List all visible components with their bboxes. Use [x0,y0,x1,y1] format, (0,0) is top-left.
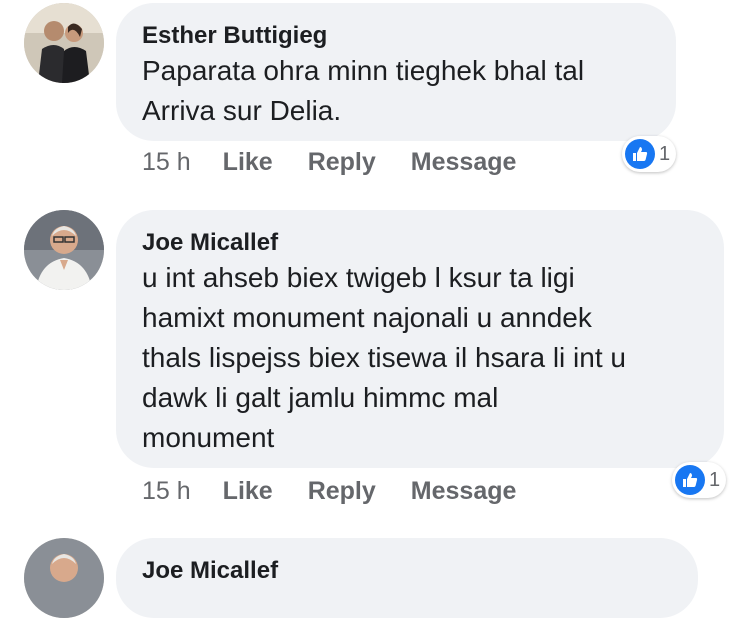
comment-author[interactable]: Joe Micallef [142,228,698,258]
comment-actions: 15 h Like Reply Message [142,148,551,177]
comment-actions: 15 h Like Reply Message [142,477,551,506]
comment-text: dawk li galt jamlu himmc mal [142,382,499,413]
message-button[interactable]: Message [411,477,517,506]
like-button[interactable]: Like [223,148,273,177]
reply-button[interactable]: Reply [308,477,376,506]
avatar[interactable] [24,210,104,290]
comment-bubble: Joe Micallef [116,538,698,618]
comment-timestamp[interactable]: 15 h [142,477,191,506]
comment-bubble: Joe Micallef u int ahseb biex twigeb l k… [116,210,724,468]
reaction-count: 1 [659,142,671,165]
comment-bubble: Esther Buttigieg Paparata ohra minn tieg… [116,3,676,141]
comment-author[interactable]: Esther Buttigieg [142,21,650,51]
reaction-badge[interactable]: 1 [622,136,677,172]
avatar[interactable] [24,3,104,83]
comment-text: monument [142,422,275,453]
comment-text: hamixt monument najonali u anndek [142,302,592,333]
reply-button[interactable]: Reply [308,148,376,177]
comment-text: Arriva sur Delia. [142,95,342,126]
thumbs-up-icon [675,465,705,495]
comment-text: Paparata ohra minn tieghek bhal tal [142,55,585,86]
comment-text: thals lispejss biex tisewa il hsara li i… [142,342,626,373]
thumbs-up-icon [625,139,655,169]
comment-author[interactable]: Joe Micallef [142,556,672,586]
reaction-badge[interactable]: 1 [672,462,727,498]
comment-timestamp[interactable]: 15 h [142,148,191,177]
message-button[interactable]: Message [411,148,517,177]
reaction-count: 1 [709,468,721,491]
like-button[interactable]: Like [223,477,273,506]
comment-text: u int ahseb biex twigeb l ksur ta ligi [142,262,575,293]
avatar[interactable] [24,538,104,618]
